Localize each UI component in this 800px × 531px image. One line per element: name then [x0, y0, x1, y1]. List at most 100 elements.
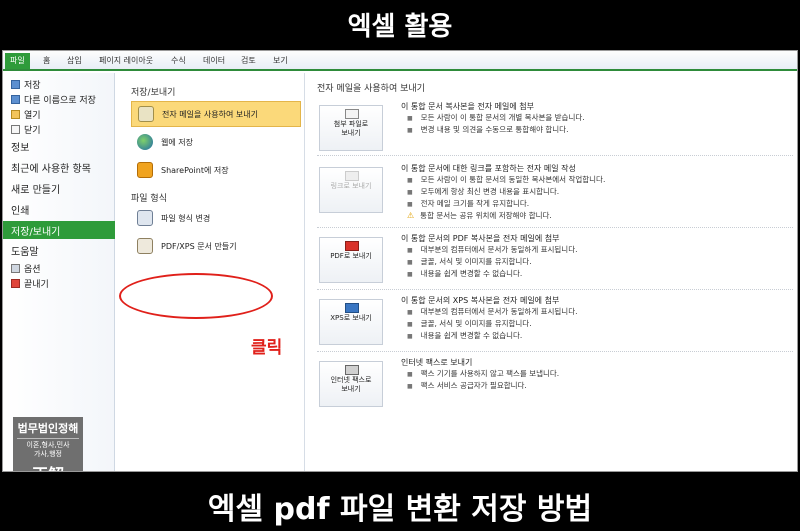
pdf-bullets: 대부분의 컴퓨터에서 문서가 동일하게 표시됩니다. 글꼴, 서식 및 이미지를…	[407, 244, 578, 280]
nav-save-label: 저장	[24, 80, 41, 91]
divider	[317, 351, 793, 352]
list-item: 대부분의 컴퓨터에서 문서가 동일하게 표시됩니다.	[407, 306, 578, 318]
nav-close[interactable]: 닫기	[3, 122, 115, 136]
warning-item: 통합 문서는 공유 위치에 저장해야 합니다.	[407, 210, 605, 221]
xps-title: 이 통합 문서의 XPS 복사본을 전자 메일에 첨부	[401, 296, 560, 305]
create-pdf-xps-option[interactable]: PDF/XPS 문서 만들기	[131, 233, 301, 259]
list-item: 모두에게 항상 최신 변경 내용을 표시합니다.	[407, 186, 605, 198]
fax-icon	[345, 365, 359, 375]
change-file-type-option[interactable]: 파일 형식 변경	[131, 205, 301, 231]
excel-backstage-window: 파일 홈 삽입 페이지 레이아웃 수식 데이터 검토 보기 저장 다른 이름으로…	[2, 50, 798, 472]
ribbon-tab-bar: 파일 홈 삽입 페이지 레이아웃 수식 데이터 검토 보기	[3, 51, 797, 71]
save-as-icon	[11, 94, 20, 104]
tab-data[interactable]: 데이터	[203, 55, 225, 66]
save-to-web-label: 웹에 저장	[161, 137, 193, 147]
send-as-xps-label: XPS로 보내기	[330, 314, 372, 322]
send-email-option[interactable]: 전자 메일을 사용하여 보내기	[131, 101, 301, 127]
list-item: 대부분의 컴퓨터에서 문서가 동일하게 표시됩니다.	[407, 244, 578, 256]
pdf-icon	[345, 241, 359, 251]
nav-new[interactable]: 새로 만들기	[3, 181, 115, 196]
save-to-sharepoint-label: SharePoint에 저장	[161, 165, 229, 175]
attachment-icon	[345, 109, 359, 119]
options-icon	[11, 263, 20, 273]
attach-bullets: 모든 사람이 이 통합 문서의 개별 복사본을 받습니다. 변경 내용 및 의견…	[407, 112, 585, 136]
nav-print[interactable]: 인쇄	[3, 202, 115, 217]
file-types-heading: 파일 형식	[131, 194, 167, 204]
send-as-pdf-label: PDF로 보내기	[330, 252, 372, 260]
sharepoint-icon	[137, 162, 153, 178]
nav-info[interactable]: 정보	[3, 139, 115, 154]
tab-home[interactable]: 홈	[43, 55, 50, 66]
nav-options-label: 옵션	[24, 264, 41, 275]
nav-help[interactable]: 도움말	[3, 243, 115, 258]
detail-heading: 전자 메일을 사용하여 보내기	[317, 84, 425, 94]
nav-save-send[interactable]: 저장/보내기	[3, 221, 115, 239]
divider	[317, 155, 793, 156]
send-email-label: 전자 메일을 사용하여 보내기	[162, 109, 258, 119]
nav-recent[interactable]: 최근에 사용한 항목	[3, 160, 115, 175]
stamp-mark: 正解	[13, 461, 83, 471]
send-as-xps-button[interactable]: XPS로 보내기	[319, 299, 383, 345]
save-icon	[11, 79, 20, 89]
law-firm-stamp: 법무법인정해 이혼,형사,민사 가사,행정 正解	[13, 417, 83, 471]
frame-caption: 엑셀 pdf 파일 변환 저장 방법	[207, 492, 593, 527]
divider	[317, 227, 793, 228]
list-item: 내용을 쉽게 변경할 수 없습니다.	[407, 330, 578, 342]
nav-open[interactable]: 열기	[3, 107, 115, 121]
tab-insert[interactable]: 삽입	[67, 55, 82, 66]
list-item: 모든 사람이 이 통합 문서의 개별 복사본을 받습니다.	[407, 112, 585, 124]
create-pdf-xps-label: PDF/XPS 문서 만들기	[161, 241, 237, 251]
xps-bullets: 대부분의 컴퓨터에서 문서가 동일하게 표시됩니다. 글꼴, 서식 및 이미지를…	[407, 306, 578, 342]
fax-title: 인터넷 팩스로 보내기	[401, 358, 473, 367]
frame-title: 엑셀 활용	[347, 12, 453, 42]
nav-save[interactable]: 저장	[3, 77, 115, 91]
send-email-details: 전자 메일을 사용하여 보내기 첨부 파일로 보내기 이 통합 문서 복사본을 …	[307, 73, 797, 471]
stamp-line-2: 가사,행정	[34, 450, 62, 458]
nav-exit-label: 끝내기	[24, 279, 49, 290]
tab-view[interactable]: 보기	[273, 55, 288, 66]
save-to-web-option[interactable]: 웹에 저장	[131, 129, 301, 155]
save-send-options: 저장/보내기 전자 메일을 사용하여 보내기 웹에 저장 SharePoint에…	[117, 73, 305, 471]
change-file-type-label: 파일 형식 변경	[161, 213, 211, 223]
attach-title: 이 통합 문서 복사본을 전자 메일에 첨부	[401, 102, 535, 111]
save-to-sharepoint-option[interactable]: SharePoint에 저장	[131, 157, 301, 183]
folder-open-icon	[11, 109, 20, 119]
tab-review[interactable]: 검토	[241, 55, 256, 66]
list-item: 모든 사람이 이 통합 문서의 동일한 복사본에서 작업합니다.	[407, 174, 606, 186]
nav-options[interactable]: 옵션	[3, 261, 115, 275]
click-annotation: 클릭	[251, 338, 283, 358]
link-icon	[345, 171, 359, 181]
link-bullets: 모든 사람이 이 통합 문서의 동일한 복사본에서 작업합니다. 모두에게 항상…	[407, 174, 605, 221]
nav-save-as[interactable]: 다른 이름으로 저장	[3, 92, 115, 106]
file-type-icon	[137, 210, 153, 226]
list-item: 변경 내용 및 의견을 수동으로 통합해야 합니다.	[407, 124, 585, 136]
list-item: 팩스 기기를 사용하지 않고 팩스를 보냅니다.	[407, 368, 560, 380]
send-internet-fax-label: 인터넷 팩스로 보내기	[330, 376, 372, 393]
globe-icon	[137, 134, 153, 150]
backstage-nav: 저장 다른 이름으로 저장 열기 닫기 정보 최근에 사용한 항목 새로 만들기…	[3, 73, 115, 471]
nav-exit[interactable]: 끝내기	[3, 276, 115, 290]
tab-page-layout[interactable]: 페이지 레이아웃	[99, 55, 153, 66]
send-internet-fax-button[interactable]: 인터넷 팩스로 보내기	[319, 361, 383, 407]
fax-bullets: 팩스 기기를 사용하지 않고 팩스를 보냅니다. 팩스 서비스 공급자가 필요합…	[407, 368, 560, 392]
stamp-title: 법무법인정해	[17, 420, 79, 439]
pdf-title: 이 통합 문서의 PDF 복사본을 전자 메일에 첨부	[401, 234, 560, 243]
pdf-document-icon	[137, 238, 153, 254]
send-as-attachment-button[interactable]: 첨부 파일로 보내기	[319, 105, 383, 151]
xps-icon	[345, 303, 359, 313]
stamp-line-1: 이혼,형사,민사	[26, 441, 70, 449]
send-as-pdf-button[interactable]: PDF로 보내기	[319, 237, 383, 283]
send-as-link-button[interactable]: 링크로 보내기	[319, 167, 383, 213]
close-document-icon	[11, 124, 20, 134]
nav-close-label: 닫기	[24, 125, 41, 136]
tab-formulas[interactable]: 수식	[171, 55, 186, 66]
list-item: 글꼴, 서식 및 이미지를 유지합니다.	[407, 256, 578, 268]
email-icon	[138, 106, 154, 122]
nav-open-label: 열기	[24, 110, 41, 121]
send-as-link-label: 링크로 보내기	[330, 182, 372, 190]
save-send-heading: 저장/보내기	[131, 88, 176, 98]
tab-file[interactable]: 파일	[5, 53, 30, 69]
list-item: 전자 메일 크기를 작게 유지합니다.	[407, 198, 605, 210]
highlight-ellipse	[119, 273, 273, 319]
link-title: 이 통합 문서에 대한 링크를 포함하는 전자 메일 작성	[401, 164, 576, 173]
